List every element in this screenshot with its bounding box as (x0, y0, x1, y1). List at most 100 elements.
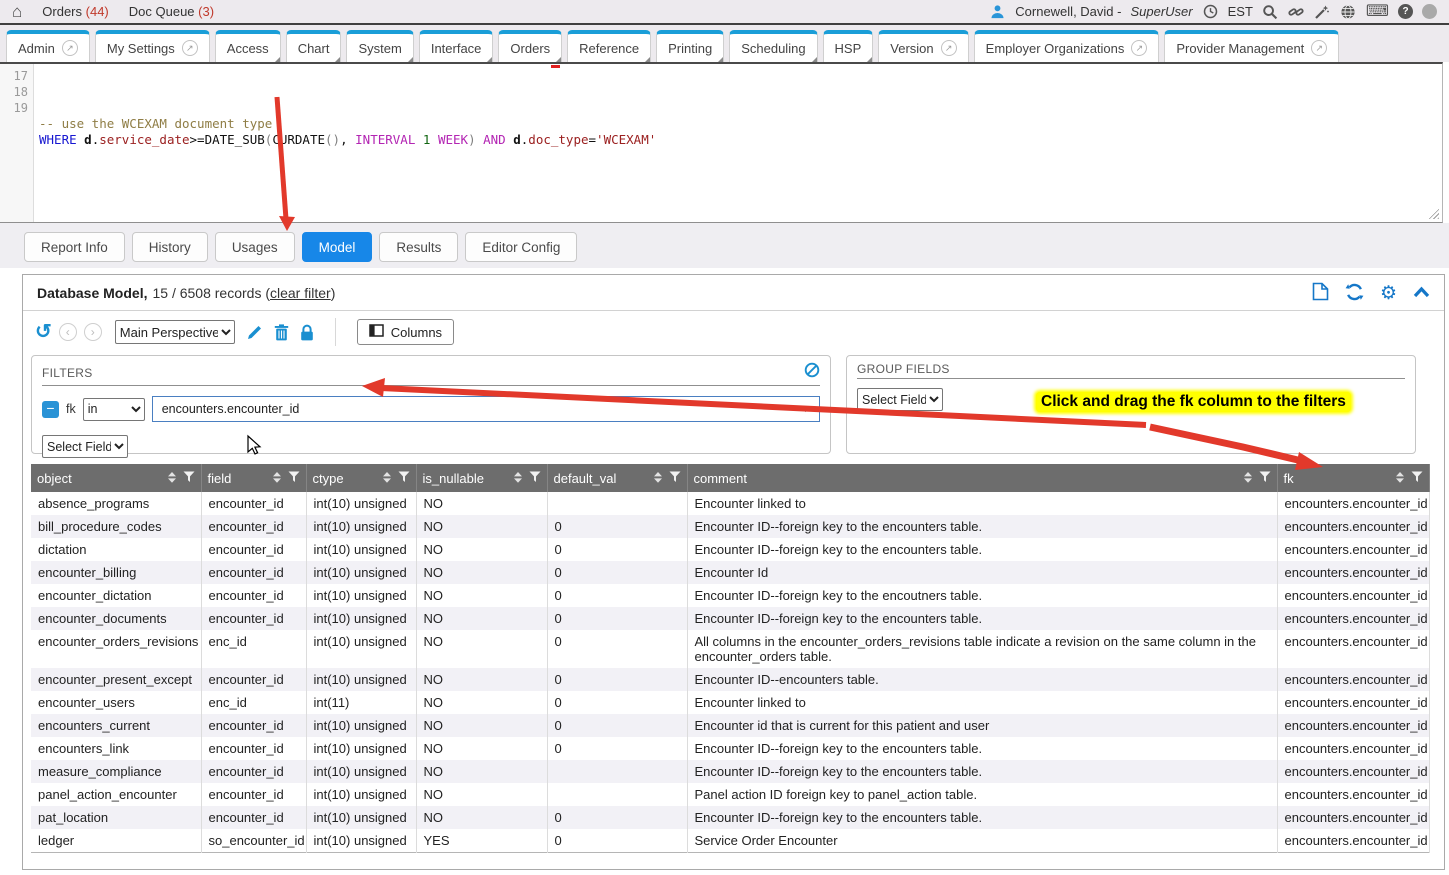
keyboard-icon[interactable]: ⌨ (1366, 4, 1389, 20)
cell-field: encounter_id (201, 584, 306, 607)
open-in-new-icon[interactable]: ↗ (1131, 40, 1147, 56)
column-header-comment[interactable]: comment (687, 464, 1277, 492)
lock-icon[interactable] (300, 324, 314, 341)
open-in-new-icon[interactable]: ↗ (62, 40, 78, 56)
nav-tab-reference[interactable]: Reference (567, 30, 651, 62)
new-document-icon[interactable] (1312, 282, 1329, 304)
sort-icon[interactable] (1244, 471, 1252, 486)
column-header-label: is_nullable (423, 471, 484, 486)
table-row[interactable]: encounter_usersenc_idint(11)NO0Encounter… (31, 691, 1429, 714)
doc-queue-link[interactable]: Doc Queue (3) (129, 4, 214, 19)
cell-field: encounter_id (201, 668, 306, 691)
table-row[interactable]: encounter_billingencounter_idint(10) uns… (31, 561, 1429, 584)
table-row[interactable]: encounter_present_exceptencounter_idint(… (31, 668, 1429, 691)
column-header-fk[interactable]: fk (1277, 464, 1429, 492)
delete-trash-icon[interactable] (274, 324, 289, 341)
table-row[interactable]: dictationencounter_idint(10) unsignedNO0… (31, 538, 1429, 561)
home-icon[interactable]: ⌂ (12, 3, 22, 20)
history-forward-button[interactable]: › (84, 323, 102, 341)
tab-editor-config[interactable]: Editor Config (465, 232, 577, 262)
table-row[interactable]: pat_locationencounter_idint(10) unsigned… (31, 806, 1429, 829)
nav-tab-admin[interactable]: Admin↗ (6, 30, 90, 62)
nav-tab-system[interactable]: System (346, 30, 413, 62)
table-row[interactable]: ledgerso_encounter_idint(10) unsignedYES… (31, 829, 1429, 853)
sort-icon[interactable] (273, 471, 281, 486)
table-row[interactable]: encounter_dictationencounter_idint(10) u… (31, 584, 1429, 607)
filter-funnel-icon[interactable] (288, 471, 300, 486)
cell-field: encounter_id (201, 561, 306, 584)
filter-funnel-icon[interactable] (1259, 471, 1271, 486)
column-header-ctype[interactable]: ctype (306, 464, 416, 492)
nav-tab-employer-organizations[interactable]: Employer Organizations↗ (974, 30, 1160, 62)
wand-icon[interactable] (1314, 3, 1331, 20)
table-row[interactable]: encounters_linkencounter_idint(10) unsig… (31, 737, 1429, 760)
undo-icon[interactable]: ↺ (35, 322, 52, 342)
perspective-select[interactable]: Main Perspective (115, 320, 235, 344)
table-row[interactable]: panel_action_encounterencounter_idint(10… (31, 783, 1429, 806)
nav-tab-scheduling[interactable]: Scheduling (729, 30, 817, 62)
filter-funnel-icon[interactable] (183, 471, 195, 486)
filter-funnel-icon[interactable] (529, 471, 541, 486)
filter-operator-select[interactable]: in (83, 398, 145, 421)
table-row[interactable]: measure_complianceencounter_idint(10) un… (31, 760, 1429, 783)
clear-filter-link[interactable]: clear filter (270, 285, 331, 301)
cell-default-val: 0 (547, 607, 687, 630)
column-header-is-nullable[interactable]: is_nullable (416, 464, 547, 492)
orders-queue-link[interactable]: Orders (44) (42, 4, 108, 19)
help-icon[interactable]: ? (1398, 4, 1413, 19)
column-header-field[interactable]: field (201, 464, 306, 492)
sort-icon[interactable] (1396, 471, 1404, 486)
add-group-field-select[interactable]: Select Field (857, 388, 943, 411)
clear-filters-icon[interactable] (804, 362, 820, 383)
editor-code[interactable]: -- use the WCEXAM document typeWHERE d.s… (34, 64, 1442, 222)
tab-model[interactable]: Model (302, 232, 373, 262)
tab-history[interactable]: History (132, 232, 208, 262)
tab-report-info[interactable]: Report Info (24, 232, 125, 262)
tab-results[interactable]: Results (379, 232, 458, 262)
table-row[interactable]: absence_programsencounter_idint(10) unsi… (31, 492, 1429, 515)
open-in-new-icon[interactable]: ↗ (1311, 40, 1327, 56)
clock-icon[interactable] (1202, 3, 1219, 20)
filter-value-combobox[interactable]: encounters.encounter_id ▼ (152, 396, 820, 422)
cell-comment: Service Order Encounter (687, 829, 1277, 853)
collapse-chevron-icon[interactable] (1413, 285, 1430, 301)
link-icon[interactable] (1288, 3, 1305, 20)
table-row[interactable]: bill_procedure_codesencounter_idint(10) … (31, 515, 1429, 538)
history-back-button[interactable]: ‹ (59, 323, 77, 341)
nav-tab-hsp[interactable]: HSP (823, 30, 874, 62)
columns-button[interactable]: Columns (357, 319, 454, 345)
nav-tab-version[interactable]: Version↗ (878, 30, 968, 62)
table-row[interactable]: encounters_currentencounter_idint(10) un… (31, 714, 1429, 737)
filter-funnel-icon[interactable] (669, 471, 681, 486)
edit-pencil-icon[interactable] (246, 324, 263, 341)
sort-icon[interactable] (383, 471, 391, 486)
gear-icon[interactable]: ⚙ (1380, 284, 1397, 303)
nav-tab-access[interactable]: Access (215, 30, 281, 62)
refresh-icon[interactable] (1345, 283, 1364, 304)
table-row[interactable]: encounter_documentsencounter_idint(10) u… (31, 607, 1429, 630)
sort-icon[interactable] (514, 471, 522, 486)
globe-icon[interactable] (1340, 3, 1357, 20)
column-header-default-val[interactable]: default_val (547, 464, 687, 492)
nav-tab-interface[interactable]: Interface (419, 30, 494, 62)
filter-funnel-icon[interactable] (398, 471, 410, 486)
remove-filter-button[interactable]: − (42, 401, 59, 418)
nav-tab-provider-management[interactable]: Provider Management↗ (1164, 30, 1339, 62)
filter-funnel-icon[interactable] (1411, 471, 1423, 486)
nav-tab-printing[interactable]: Printing (656, 30, 724, 62)
open-in-new-icon[interactable]: ↗ (941, 40, 957, 56)
sort-icon[interactable] (168, 471, 176, 486)
add-filter-field-select[interactable]: Select Field (42, 435, 128, 458)
sort-icon[interactable] (654, 471, 662, 486)
user-name[interactable]: Cornewell, David - (1015, 4, 1121, 19)
table-row[interactable]: encounter_orders_revisionsenc_idint(10) … (31, 630, 1429, 668)
instruction-annotation: Click and drag the fk column to the filt… (1036, 392, 1351, 412)
nav-tab-my-settings[interactable]: My Settings↗ (95, 30, 210, 62)
nav-tab-orders[interactable]: Orders (498, 30, 562, 62)
search-icon[interactable] (1262, 3, 1279, 20)
nav-tab-chart[interactable]: Chart (286, 30, 342, 62)
open-in-new-icon[interactable]: ↗ (182, 40, 198, 56)
tab-usages[interactable]: Usages (215, 232, 295, 262)
column-header-object[interactable]: object (31, 464, 201, 492)
sql-editor[interactable]: 171819 -- use the WCEXAM document typeWH… (0, 62, 1443, 223)
